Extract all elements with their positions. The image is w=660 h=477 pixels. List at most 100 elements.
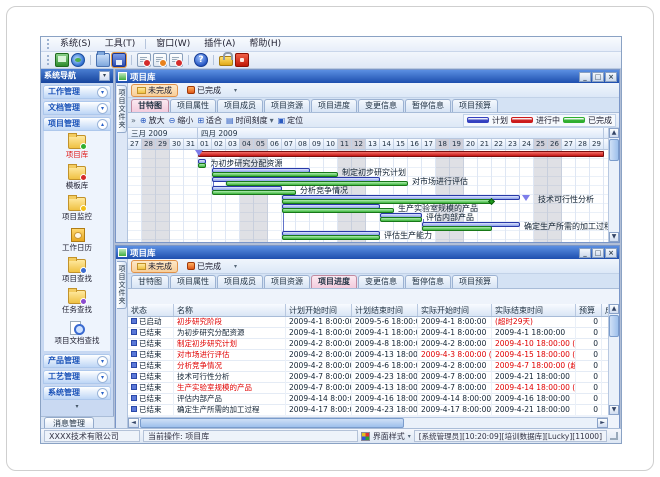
column-header-计划开始时间[interactable]: 计划开始时间 (286, 304, 352, 317)
globe-icon[interactable] (71, 53, 85, 67)
overflow-chevron-icon[interactable]: ▾ (230, 263, 241, 270)
table-row[interactable]: 已结束评估内部产品2009-4-14 8:00:002009-4-16 18:0… (128, 394, 608, 405)
table-row[interactable]: 已结束技术可行性分析2009-4-7 8:00:002009-4-23 18:0… (128, 372, 608, 383)
scroll-down-icon[interactable]: ▼ (609, 405, 619, 415)
scroll-up-icon[interactable]: ▲ (609, 128, 619, 138)
filter-button-未完成[interactable]: 未完成 (131, 84, 178, 97)
chevron-down-icon[interactable]: ▾ (97, 372, 108, 383)
done-bar-为初步研究分配资源[interactable] (198, 163, 206, 168)
doc-delete-icon[interactable] (169, 53, 183, 67)
chevron-down-icon[interactable]: ▾ (97, 103, 108, 114)
chevron-up-icon[interactable]: ▴ (97, 119, 108, 130)
table-row[interactable]: 已启动初步研究阶段2009-4-1 8:00:002009-5-6 18:00:… (128, 317, 608, 328)
exit-icon[interactable] (235, 53, 249, 67)
gantt-tool-定位[interactable]: ▣定位 (278, 115, 304, 126)
table-row[interactable]: 已结束生产实验室规模的产品2009-4-7 8:00:002009-4-13 1… (128, 383, 608, 394)
sidebar-item-项目监控[interactable]: 项目监控 (44, 195, 110, 226)
menu-item-1[interactable]: 工具(T) (98, 37, 143, 51)
scroll-right-icon[interactable]: ► (597, 418, 608, 428)
column-header-名称[interactable]: 名称 (174, 304, 286, 317)
save-icon[interactable] (112, 53, 126, 67)
table-row[interactable]: 已结束分析竞争情况2009-4-2 8:00:002009-4-6 18:00:… (128, 361, 608, 372)
scroll-thumb[interactable] (609, 139, 619, 161)
sidebar-item-项目查找[interactable]: 项目查找 (44, 257, 110, 288)
scroll-thumb[interactable] (609, 315, 619, 337)
sidebar-collapse-icon[interactable]: ▾ (43, 402, 111, 412)
more-tools-icon[interactable]: » (131, 116, 136, 125)
menu-item-3[interactable]: 插件(A) (197, 37, 242, 51)
column-header-预算[interactable]: 预算 (576, 304, 602, 317)
maximize-icon[interactable]: □ (592, 72, 604, 82)
gantt-tool-时间刻度[interactable]: ▤时间刻度▾ (226, 115, 274, 126)
column-header-计划结束时间[interactable]: 计划结束时间 (352, 304, 418, 317)
table-row[interactable]: 已结束制定初步研究计划2009-4-2 8:00:002009-4-8 18:0… (128, 339, 608, 350)
tab-project-folder[interactable]: 项目文件夹 (117, 85, 127, 133)
sidebar-group-header-5[interactable]: 系统管理▾ (43, 386, 111, 400)
resize-grip-icon[interactable] (610, 432, 618, 440)
summary-bar-初步研究阶段[interactable] (198, 151, 604, 157)
sidebar-item-任务查找[interactable]: 任务查找 (44, 288, 110, 319)
sidebar-item-工作日历[interactable]: 工作日历 (44, 226, 110, 257)
sidebar-group-header-3[interactable]: 产品管理▾ (43, 354, 111, 368)
table-row[interactable]: 已结束对市场进行评估2009-4-2 8:00:002009-4-13 18:0… (128, 350, 608, 361)
tab-暂停信息[interactable]: 暂停信息 (405, 275, 451, 288)
done-bar-确定生产所需的加工过程[interactable] (422, 226, 492, 231)
sidebar-group-header-1[interactable]: 文档管理▾ (43, 101, 111, 115)
tab-甘特图[interactable]: 甘特图 (131, 99, 169, 112)
column-header-实际结束时间[interactable]: 实际结束时间 (492, 304, 576, 317)
menu-item-4[interactable]: 帮助(H) (242, 37, 288, 51)
doc-add-icon[interactable] (137, 53, 151, 67)
tab-项目成员[interactable]: 项目成员 (217, 275, 263, 288)
tab-项目属性[interactable]: 项目属性 (170, 99, 216, 112)
tab-项目属性[interactable]: 项目属性 (170, 275, 216, 288)
tab-项目成员[interactable]: 项目成员 (217, 99, 263, 112)
tab-项目进度[interactable]: 项目进度 (311, 99, 357, 112)
close-icon[interactable]: × (605, 72, 617, 82)
tab-项目资源[interactable]: 项目资源 (264, 99, 310, 112)
scroll-left-icon[interactable]: ◄ (128, 418, 139, 428)
menu-item-2[interactable]: 窗口(W) (149, 37, 197, 51)
chevron-down-icon[interactable]: ▾ (97, 388, 108, 399)
lock-icon[interactable] (219, 56, 233, 66)
filter-button-未完成[interactable]: 未完成 (131, 260, 178, 273)
overflow-chevron-icon[interactable]: ▾ (230, 87, 241, 94)
table-row[interactable]: 已结束确定生产所需的加工过程2009-4-17 8:00:002009-4-23… (128, 405, 608, 415)
column-header-实际开始时间[interactable]: 实际开始时间 (418, 304, 492, 317)
chevron-down-icon[interactable]: ▾ (97, 87, 108, 98)
folder-open-icon[interactable] (96, 53, 110, 67)
sidebar-header-dropdown-icon[interactable]: ▾ (99, 71, 110, 81)
minimize-icon[interactable]: _ (579, 72, 591, 82)
scroll-up-icon[interactable]: ▲ (609, 304, 619, 314)
table-horizontal-scrollbar[interactable]: ◄ ► (128, 417, 608, 428)
tab-project-folder[interactable]: 项目文件夹 (117, 261, 127, 309)
tab-暂停信息[interactable]: 暂停信息 (405, 99, 451, 112)
sidebar-item-项目文档查找[interactable]: 项目文档查找 (44, 319, 110, 350)
help-icon[interactable] (194, 53, 208, 67)
scroll-thumb[interactable] (140, 418, 404, 428)
minimize-icon[interactable]: _ (579, 248, 591, 258)
sidebar-item-模板库[interactable]: 模板库 (44, 164, 110, 195)
tab-项目进度[interactable]: 项目进度 (311, 275, 357, 288)
maximize-icon[interactable]: □ (592, 248, 604, 258)
tab-项目资源[interactable]: 项目资源 (264, 275, 310, 288)
chevron-down-icon[interactable]: ▾ (97, 356, 108, 367)
interface-style-button[interactable]: 界面样式 ▾ (361, 431, 411, 442)
scroll-down-icon[interactable]: ▼ (609, 232, 619, 242)
table-vertical-scrollbar[interactable]: ▲ ▼ (608, 304, 619, 415)
gantt-tool-放大[interactable]: ⊕放大 (140, 115, 165, 126)
column-header-状态[interactable]: 状态 (128, 304, 174, 317)
menu-item-0[interactable]: 系统(S) (53, 37, 98, 51)
done-bar-评估生产能力[interactable] (282, 235, 380, 240)
table-row[interactable]: 已结束为初步研究分配资源2009-4-1 8:00:002009-4-1 18:… (128, 328, 608, 339)
tab-项目预算[interactable]: 项目预算 (452, 99, 498, 112)
gantt-vertical-scrollbar[interactable]: ▲ ▼ (608, 128, 619, 242)
filter-button-已完成[interactable]: 已完成 (181, 260, 227, 273)
sidebar-group-header-2[interactable]: 项目管理▴ (43, 117, 111, 131)
sidebar-group-header-4[interactable]: 工艺管理▾ (43, 370, 111, 384)
tab-变更信息[interactable]: 变更信息 (358, 275, 404, 288)
sidebar-item-项目库[interactable]: 项目库 (44, 133, 110, 164)
tab-项目预算[interactable]: 项目预算 (452, 275, 498, 288)
close-icon[interactable]: × (605, 248, 617, 258)
tab-变更信息[interactable]: 变更信息 (358, 99, 404, 112)
tab-甘特图[interactable]: 甘特图 (131, 275, 169, 288)
